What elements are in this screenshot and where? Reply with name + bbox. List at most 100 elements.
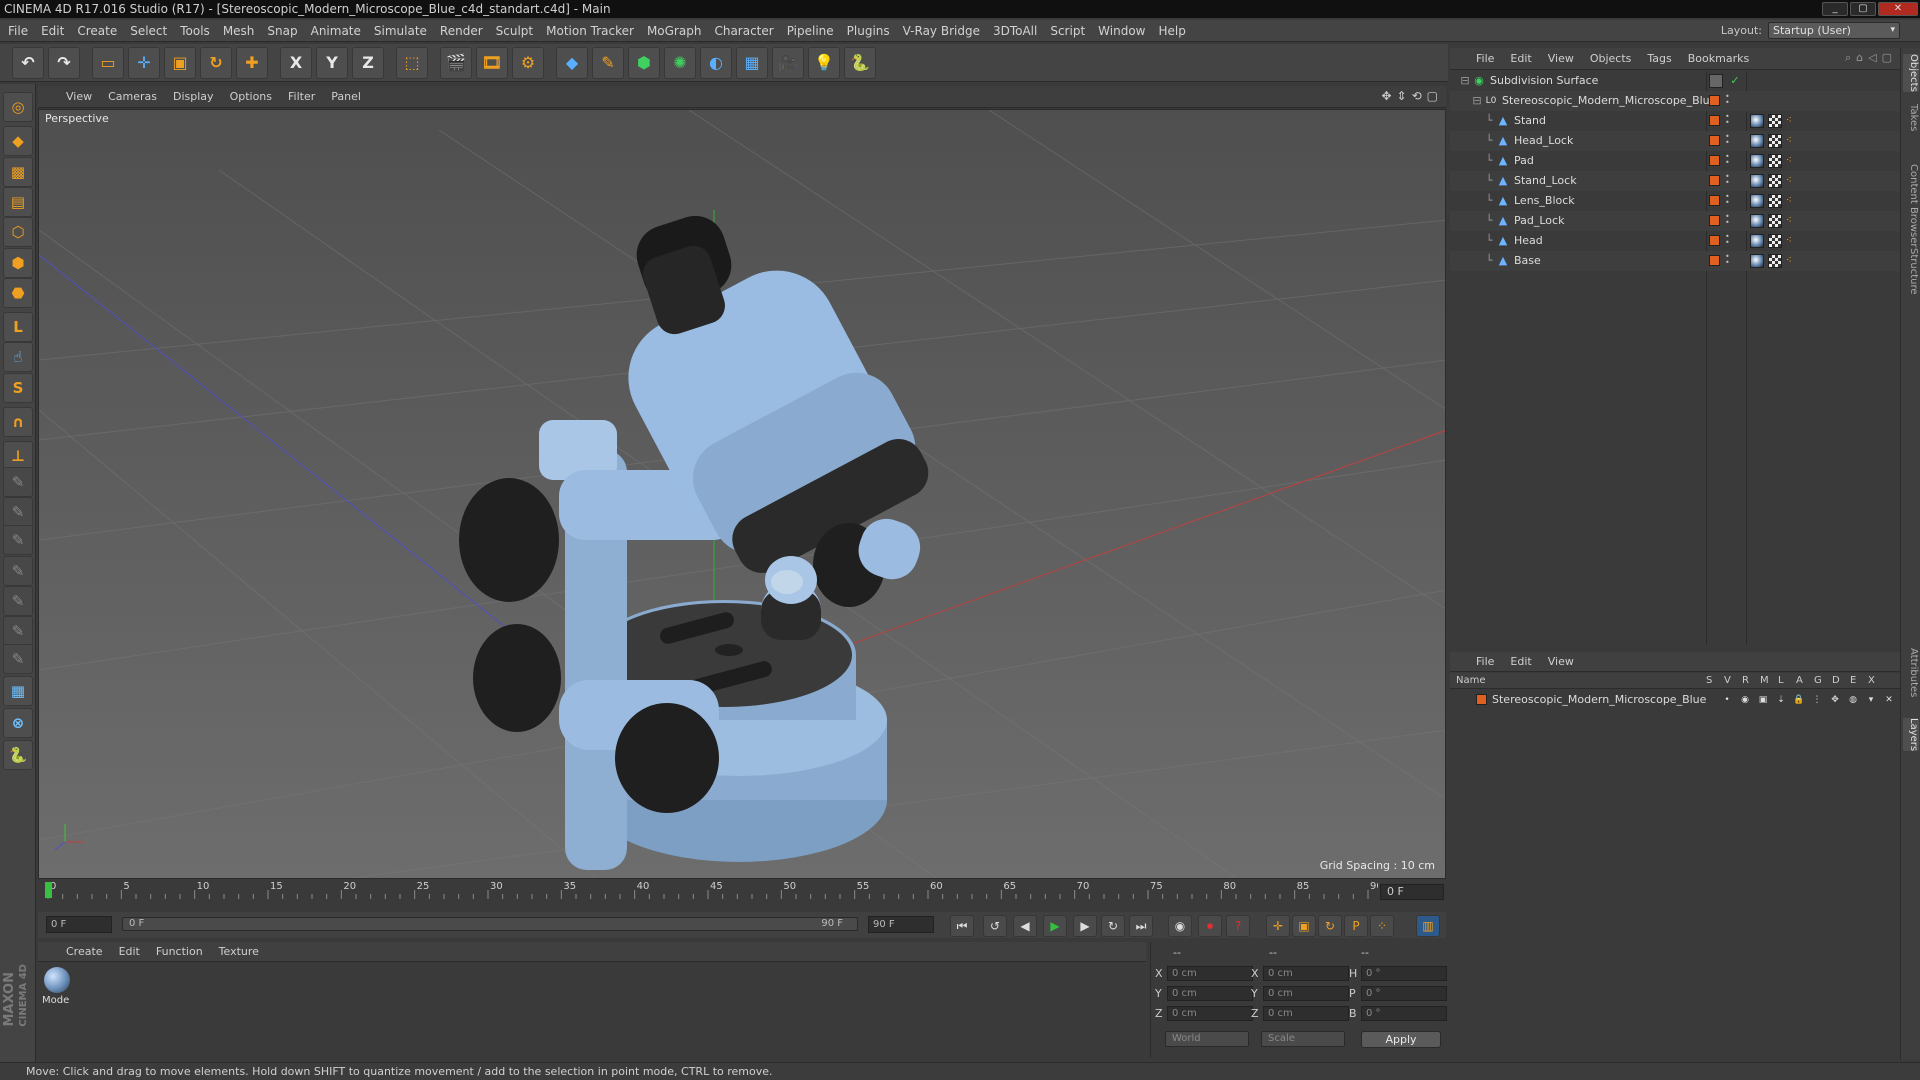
y-axis-icon[interactable]: Y — [316, 46, 348, 79]
visibility-dots-icon[interactable]: • • — [1725, 133, 1730, 147]
microscope-model[interactable] — [459, 208, 939, 870]
array-icon[interactable]: ✺ — [664, 46, 696, 79]
viewport-perspective[interactable]: Perspective Grid Spacing : 10 cm — [38, 109, 1446, 879]
key-rotate-icon[interactable]: ↻ — [1318, 915, 1342, 937]
layer-menu-edit[interactable]: Edit — [1510, 655, 1531, 668]
phong-tag-icon[interactable]: ⁖ — [1786, 214, 1800, 228]
grid-lock-icon[interactable]: ⊗ — [3, 708, 33, 738]
prev-frame-icon[interactable]: ◀ — [1013, 915, 1037, 937]
magnet-icon[interactable]: ∩ — [3, 407, 33, 437]
layer-toggle-icon[interactable]: ✕ — [1882, 693, 1896, 707]
layer-column-a[interactable]: A — [1796, 675, 1803, 686]
object-menu-objects[interactable]: Objects — [1590, 52, 1632, 65]
coord-field-position[interactable]: 0 cm — [1167, 986, 1253, 1001]
menu-item-window[interactable]: Window — [1098, 24, 1145, 38]
key-scale-icon[interactable]: ▣ — [1292, 915, 1316, 937]
timeline-icon[interactable]: ▥ — [1416, 915, 1440, 937]
rotate-view-icon[interactable]: ⟲ — [1412, 89, 1422, 103]
layer-color-swatch[interactable] — [1709, 155, 1720, 166]
layer-color-swatch[interactable] — [1709, 74, 1723, 88]
timeline-ruler[interactable]: 051015202530354045505560657075808590 — [38, 880, 1446, 900]
object-name[interactable]: Stereoscopic_Modern_Microscope_Blue — [1502, 94, 1716, 107]
object-name[interactable]: Stand_Lock — [1514, 174, 1577, 187]
snap-icon[interactable]: S — [3, 373, 33, 403]
coord-field-size[interactable]: 0 cm — [1263, 986, 1349, 1001]
visibility-dots-icon[interactable]: • • — [1725, 253, 1730, 267]
layer-column-e[interactable]: E — [1850, 675, 1856, 686]
layer-column-d[interactable]: D — [1832, 675, 1840, 686]
coordinate-mode-dropdown[interactable]: World — [1165, 1031, 1249, 1047]
make-editable-icon[interactable]: ◎ — [3, 92, 33, 122]
menu-item-sculpt[interactable]: Sculpt — [496, 24, 533, 38]
coord-field-rotation[interactable]: 0 ° — [1361, 966, 1447, 981]
object-row[interactable]: ⊟ L0 Stereoscopic_Modern_Microscope_Blue • • — [1450, 91, 1900, 111]
menu-item-tools[interactable]: Tools — [180, 24, 210, 38]
object-row[interactable]: └ ▲ Stand • • ⁖ — [1450, 111, 1900, 131]
sculpt-brush-4-icon[interactable]: ✎ — [3, 556, 33, 586]
phong-tag-icon[interactable]: ⁖ — [1786, 254, 1800, 268]
right-tab-layers[interactable]: Layers — [1903, 718, 1919, 752]
material-tag-icon[interactable] — [1750, 194, 1764, 208]
material-tag-icon[interactable] — [1750, 114, 1764, 128]
current-frame-field[interactable]: 0 F — [1380, 884, 1444, 900]
layer-toggle-icon[interactable]: 🔒 — [1792, 693, 1806, 707]
material-tag-icon[interactable] — [1750, 254, 1764, 268]
polygons-mode-icon[interactable]: ⬣ — [3, 278, 33, 308]
floor-icon[interactable]: ▦ — [736, 46, 768, 79]
menu-item-snap[interactable]: Snap — [267, 24, 297, 38]
layer-color-swatch[interactable] — [1709, 255, 1720, 266]
model-mode-icon[interactable]: ◆ — [3, 126, 33, 156]
menu-item-simulate[interactable]: Simulate — [374, 24, 427, 38]
material-manager[interactable]: Mode — [38, 963, 1146, 1058]
visibility-dots-icon[interactable]: • • — [1725, 193, 1730, 207]
phong-tag-icon[interactable]: ⁖ — [1786, 174, 1800, 188]
layer-color-swatch[interactable] — [1709, 95, 1720, 106]
object-row[interactable]: └ ▲ Pad • • ⁖ — [1450, 151, 1900, 171]
next-frame-icon[interactable]: ▶ — [1073, 915, 1097, 937]
menu-item-script[interactable]: Script — [1050, 24, 1085, 38]
scale-icon[interactable]: ▣ — [164, 46, 196, 79]
material-tag-icon[interactable] — [1750, 174, 1764, 188]
back-icon[interactable]: ◁ — [1868, 51, 1876, 65]
uvw-tag-icon[interactable] — [1768, 154, 1782, 168]
visibility-dots-icon[interactable]: • • — [1725, 113, 1730, 127]
layer-toggle-icon[interactable]: ◍ — [1846, 693, 1860, 707]
material-menu-edit[interactable]: Edit — [119, 945, 140, 958]
material-menu-texture[interactable]: Texture — [219, 945, 259, 958]
uvw-tag-icon[interactable] — [1768, 174, 1782, 188]
layer-column-l[interactable]: L — [1778, 675, 1784, 686]
uvw-tag-icon[interactable] — [1768, 194, 1782, 208]
menu-item-v-ray-bridge[interactable]: V-Ray Bridge — [903, 24, 980, 38]
layer-column-s[interactable]: S — [1706, 675, 1712, 686]
object-menu-tags[interactable]: Tags — [1647, 52, 1671, 65]
coord-field-position[interactable]: 0 cm — [1167, 1006, 1253, 1021]
playhead[interactable] — [45, 882, 52, 898]
menu-item-animate[interactable]: Animate — [311, 24, 361, 38]
enabled-check-icon[interactable]: ✓ — [1728, 74, 1742, 88]
uvw-tag-icon[interactable] — [1768, 114, 1782, 128]
object-row[interactable]: └ ▲ Stand_Lock • • ⁖ — [1450, 171, 1900, 191]
object-name[interactable]: Pad — [1514, 154, 1534, 167]
object-name[interactable]: Head — [1514, 234, 1543, 247]
object-menu-edit[interactable]: Edit — [1510, 52, 1531, 65]
sculpt-brush-5-icon[interactable]: ✎ — [3, 586, 33, 616]
search-icon[interactable]: ⌕ — [1845, 51, 1851, 65]
object-row[interactable]: ⊟ ◉ Subdivision Surface ✓ — [1450, 71, 1900, 91]
menu-item-render[interactable]: Render — [440, 24, 483, 38]
go-to-end-icon[interactable]: ⏭ — [1129, 915, 1153, 937]
sculpt-brush-7-icon[interactable]: ✎ — [3, 644, 33, 674]
apply-button[interactable]: Apply — [1361, 1031, 1441, 1048]
viewport-menu-options[interactable]: Options — [230, 90, 272, 103]
undo-icon[interactable]: ↶ — [12, 46, 44, 79]
layer-toggle-icon[interactable]: • — [1720, 693, 1734, 707]
material-tag-icon[interactable] — [1750, 154, 1764, 168]
uvw-tag-icon[interactable] — [1768, 234, 1782, 248]
viewport-camera-label[interactable]: Perspective — [45, 112, 109, 125]
key-pla-icon[interactable]: ⁘ — [1370, 915, 1394, 937]
render-settings-icon[interactable]: ⚙ — [512, 46, 544, 79]
coordinate-transform-dropdown[interactable]: Scale — [1261, 1031, 1345, 1047]
coord-field-size[interactable]: 0 cm — [1263, 1006, 1349, 1021]
viewport-menu-display[interactable]: Display — [173, 90, 214, 103]
phong-tag-icon[interactable]: ⁖ — [1786, 154, 1800, 168]
coord-field-size[interactable]: 0 cm — [1263, 966, 1349, 981]
